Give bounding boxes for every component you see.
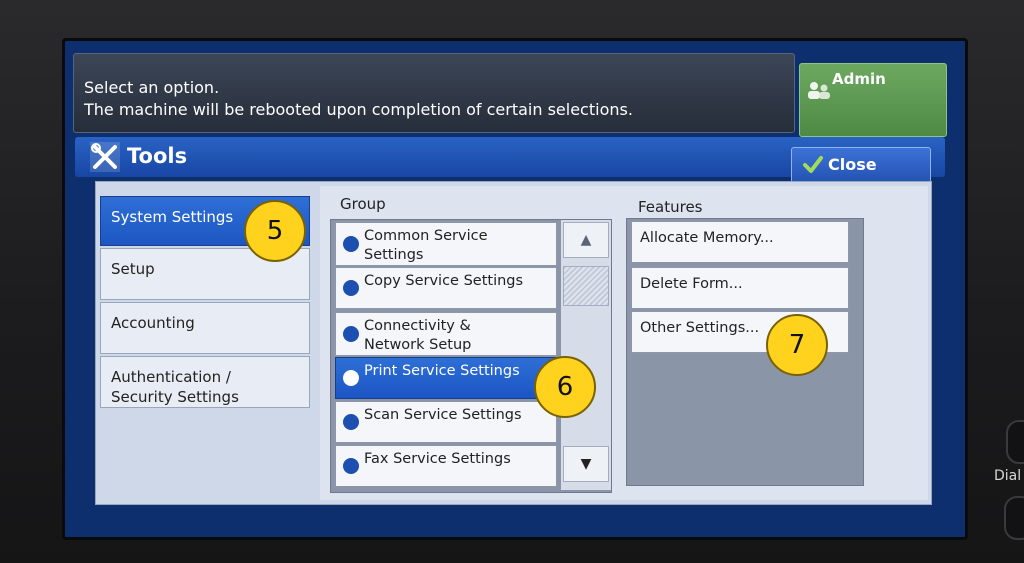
group-item-label: Scan Service Settings bbox=[364, 407, 522, 423]
chevron-up-icon bbox=[343, 414, 359, 430]
message-line-2: The machine will be rebooted upon comple… bbox=[84, 100, 633, 119]
group-item-scan-service[interactable]: Scan Service Settings bbox=[335, 401, 557, 443]
tools-header: Tools Close bbox=[75, 137, 945, 183]
chevron-up-icon bbox=[343, 280, 359, 296]
scroll-up-button[interactable]: ▲ bbox=[563, 222, 609, 258]
chevron-up-icon bbox=[343, 326, 359, 342]
touch-screen: Select an option. The machine will be re… bbox=[62, 38, 968, 540]
page-title: Tools bbox=[127, 144, 188, 168]
group-item-label: Copy Service Settings bbox=[364, 273, 524, 289]
group-item-print-service[interactable]: Print Service Settings bbox=[335, 357, 557, 399]
features-heading: Features bbox=[638, 198, 703, 216]
feature-allocate-memory[interactable]: Allocate Memory... bbox=[631, 221, 849, 263]
feature-label: Other Settings... bbox=[640, 320, 760, 336]
tab-authentication-security[interactable]: Authentication / Security Settings bbox=[100, 356, 310, 408]
annotation-badge-6: 6 bbox=[534, 356, 596, 418]
scroll-down-button[interactable]: ▼ bbox=[563, 446, 609, 482]
tab-label: System Settings bbox=[111, 208, 234, 226]
group-heading: Group bbox=[340, 195, 386, 213]
feature-label: Allocate Memory... bbox=[640, 230, 774, 246]
close-button[interactable]: Close bbox=[791, 147, 931, 183]
admin-label: Admin bbox=[832, 70, 886, 88]
tab-label: Authentication / Security Settings bbox=[111, 368, 239, 406]
tab-accounting[interactable]: Accounting bbox=[100, 302, 310, 354]
scroll-thumb[interactable] bbox=[563, 266, 609, 306]
feature-label: Delete Form... bbox=[640, 276, 743, 292]
group-item-label: Print Service Settings bbox=[364, 363, 520, 379]
group-item-connectivity-network[interactable]: Connectivity & Network Setup bbox=[335, 312, 557, 356]
annotation-badge-5: 5 bbox=[244, 200, 306, 262]
chevron-up-icon bbox=[343, 458, 359, 474]
chevron-right-icon bbox=[343, 370, 359, 386]
dial-label: Dial bbox=[994, 468, 1022, 484]
chevron-up-icon bbox=[343, 236, 359, 252]
group-item-label: Fax Service Settings bbox=[364, 451, 511, 467]
wrench-screwdriver-icon bbox=[90, 142, 120, 172]
tab-label: Accounting bbox=[111, 314, 195, 332]
group-features-area: Group Features Common Service Settings C… bbox=[320, 186, 928, 500]
message-line-1: Select an option. bbox=[84, 78, 220, 97]
dial-knob-icon bbox=[1006, 420, 1024, 464]
feature-delete-form[interactable]: Delete Form... bbox=[631, 267, 849, 309]
admin-user-icon bbox=[808, 82, 830, 99]
annotation-badge-7: 7 bbox=[766, 314, 828, 376]
tab-label: Setup bbox=[111, 260, 155, 278]
group-item-label: Connectivity & Network Setup bbox=[364, 318, 472, 353]
message-bar: Select an option. The machine will be re… bbox=[73, 53, 795, 133]
features-list: Allocate Memory... Delete Form... Other … bbox=[626, 218, 864, 486]
group-item-copy-service[interactable]: Copy Service Settings bbox=[335, 267, 557, 309]
checkmark-icon bbox=[803, 156, 823, 173]
dial-knob-lower-icon bbox=[1004, 496, 1024, 540]
group-scrollbar[interactable]: ▲ ▼ bbox=[561, 220, 611, 490]
group-item-label: Common Service Settings bbox=[364, 228, 488, 263]
close-label: Close bbox=[828, 155, 877, 174]
group-item-common-service[interactable]: Common Service Settings bbox=[335, 222, 557, 266]
admin-button[interactable]: Admin bbox=[799, 63, 947, 137]
group-item-fax-service[interactable]: Fax Service Settings bbox=[335, 445, 557, 487]
